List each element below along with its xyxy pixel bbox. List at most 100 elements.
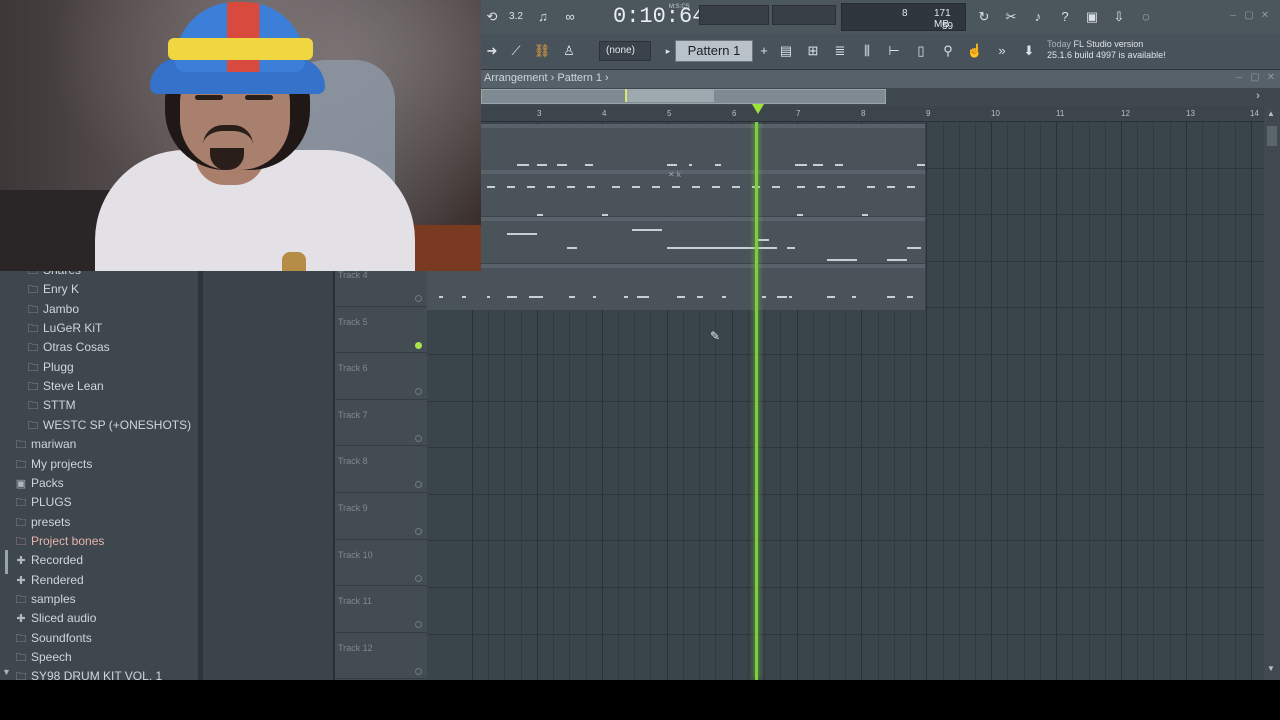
browser-item[interactable]: 🗀 presets — [0, 513, 198, 532]
browser-item[interactable]: 🗀 PLUGS — [0, 493, 198, 512]
browser-item[interactable]: 🗀 Otras Cosas — [0, 338, 198, 357]
pattern-clip[interactable] — [427, 264, 925, 310]
clip-note — [585, 164, 593, 166]
browser-scrollbar[interactable] — [5, 550, 8, 574]
browser-item[interactable]: 🗀 samples — [0, 590, 198, 609]
cpu-memory-panel[interactable]: 8 171 MB 59 — [841, 3, 966, 32]
grid-track-row[interactable] — [427, 355, 1264, 402]
arrow-right-icon[interactable]: ➜ — [481, 40, 503, 62]
playlist-breadcrumb[interactable]: Arrangement › Pattern 1 › — [484, 72, 609, 84]
browser-item[interactable]: 🗀 Soundfonts — [0, 629, 198, 648]
plugin-icon[interactable]: ⚲ — [937, 40, 959, 62]
browser-item[interactable]: 🗀 Speech — [0, 648, 198, 667]
browser-item[interactable]: 🗀 Steve Lean — [0, 377, 198, 396]
grid-track-row[interactable] — [427, 308, 1264, 355]
track-header[interactable]: Track 7 — [335, 400, 427, 447]
browser-item[interactable]: ▣ Packs — [0, 474, 198, 493]
channel-rack-icon[interactable]: ≣ — [829, 40, 851, 62]
playlist-close-icon[interactable]: ✕ — [1264, 72, 1278, 84]
track-mute-led[interactable] — [415, 341, 422, 349]
track-mute-led[interactable] — [415, 388, 422, 396]
mixer-icon[interactable]: ⫼ — [856, 40, 878, 62]
grid-track-row[interactable] — [427, 541, 1264, 588]
track-header[interactable]: Track 9 — [335, 493, 427, 540]
grid-track-row[interactable] — [427, 495, 1264, 542]
browser-item[interactable]: ✚ Sliced audio — [0, 609, 198, 628]
track-mute-led[interactable] — [415, 574, 422, 582]
track-header[interactable]: Track 12 — [335, 633, 427, 680]
cut-icon[interactable]: ✂ — [1000, 6, 1022, 28]
track-mute-led[interactable] — [415, 667, 422, 675]
pattern-name-field[interactable]: Pattern 1 — [675, 40, 753, 62]
browser-item[interactable]: 🗀 STTM — [0, 396, 198, 415]
track-header[interactable]: Track 10 — [335, 540, 427, 587]
browser-scroll-down-icon[interactable]: ▼ — [2, 667, 11, 677]
touch-icon[interactable]: ☝ — [964, 40, 986, 62]
magnet-icon[interactable]: ⟋ — [505, 40, 527, 62]
timeline-ruler[interactable]: 3 4 5 6 7 8 9 10 11 12 13 14 — [427, 106, 1264, 122]
fast-forward-icon[interactable]: » — [991, 40, 1013, 62]
add-pattern-icon[interactable]: + — [753, 40, 775, 62]
typing-keyboard-icon[interactable]: ♫ — [532, 6, 554, 28]
download-icon[interactable]: ⬇ — [1018, 40, 1040, 62]
scroll-right-icon[interactable]: › — [1251, 90, 1265, 104]
playlist-vertical-scrollbar[interactable]: ▲ ▼ — [1264, 106, 1280, 680]
grid-track-row[interactable] — [427, 448, 1264, 495]
close-icon[interactable]: ✕ — [1258, 10, 1272, 22]
browser-item[interactable]: 🗀 WESTC SP (+ONESHOTS) — [0, 416, 198, 435]
update-notice[interactable]: Today FL Studio version 25.1.6 build 499… — [1047, 39, 1180, 65]
stamp-icon[interactable]: ♙ — [558, 40, 580, 62]
undo-icon[interactable]: ↻ — [973, 6, 995, 28]
loop-record-icon[interactable]: ⟲ — [481, 6, 503, 28]
browser-item[interactable]: 🗀 Project bones — [0, 532, 198, 551]
browser-item[interactable]: 🗀 Plugg — [0, 358, 198, 377]
grid-track-row[interactable] — [427, 588, 1264, 635]
browser-item[interactable]: 🗀 LuGeR KiT — [0, 319, 198, 338]
track-mute-led[interactable] — [415, 481, 422, 489]
browser-item[interactable]: 🗀 My projects — [0, 455, 198, 474]
master-volume-meter[interactable] — [699, 5, 769, 25]
track-mute-led[interactable] — [415, 528, 422, 535]
save-icon[interactable]: ▣ — [1081, 6, 1103, 28]
pattern-clip[interactable] — [427, 217, 925, 263]
browser-item[interactable]: 🗀 SY98 DRUM KIT VOL. 1 — [0, 667, 198, 680]
pattern-clip[interactable] — [427, 124, 925, 170]
scroll-thumb[interactable] — [1267, 126, 1277, 146]
render-icon[interactable]: ⇩ — [1108, 6, 1130, 28]
browser-item[interactable]: ✚ Rendered — [0, 571, 198, 590]
playlist-icon[interactable]: ▤ — [775, 40, 797, 62]
track-mute-led[interactable] — [415, 434, 422, 442]
track-header[interactable]: Track 8 — [335, 446, 427, 493]
browser-tree-icon[interactable]: ⊢ — [883, 40, 905, 62]
link-icon[interactable]: ⛓ — [531, 40, 553, 62]
grid-track-row[interactable] — [427, 402, 1264, 449]
blend-notes-icon[interactable]: ∞ — [559, 6, 581, 28]
playhead-marker-icon[interactable] — [752, 104, 764, 114]
playlist-maximize-icon[interactable]: ▢ — [1248, 72, 1262, 84]
help-icon[interactable]: ? — [1054, 6, 1076, 28]
track-header[interactable]: Track 11 — [335, 586, 427, 633]
grid-track-row[interactable] — [427, 635, 1264, 680]
piano-roll-icon[interactable]: ⊞ — [802, 40, 824, 62]
overview-visible-window[interactable] — [626, 89, 714, 102]
file-icon[interactable]: ▯ — [910, 40, 932, 62]
chat-icon[interactable]: ◌ — [1135, 6, 1157, 28]
track-mute-led[interactable] — [415, 295, 422, 302]
maximize-icon[interactable]: ▢ — [1242, 10, 1256, 22]
pattern-selector-dropdown[interactable]: (none) — [599, 41, 651, 61]
step-edit-icon[interactable]: 3.2 — [505, 6, 527, 28]
scroll-down-icon[interactable]: ▼ — [1267, 664, 1275, 673]
browser-item[interactable]: ✚ Recorded — [0, 551, 198, 570]
playlist-grid[interactable] — [427, 122, 1264, 680]
minimize-icon[interactable]: – — [1226, 10, 1240, 22]
microphone-icon[interactable]: ♪ — [1027, 6, 1049, 28]
browser-item[interactable]: 🗀 Jambo — [0, 300, 198, 319]
master-pitch-meter[interactable] — [772, 5, 836, 25]
track-header[interactable]: Track 5 — [335, 307, 427, 354]
track-mute-led[interactable] — [415, 621, 422, 629]
playlist-minimize-icon[interactable]: – — [1232, 72, 1246, 84]
track-header[interactable]: Track 6 — [335, 353, 427, 400]
scroll-up-icon[interactable]: ▲ — [1267, 109, 1275, 118]
browser-item[interactable]: 🗀 mariwan — [0, 435, 198, 454]
browser-item[interactable]: 🗀 Enry K — [0, 280, 198, 299]
